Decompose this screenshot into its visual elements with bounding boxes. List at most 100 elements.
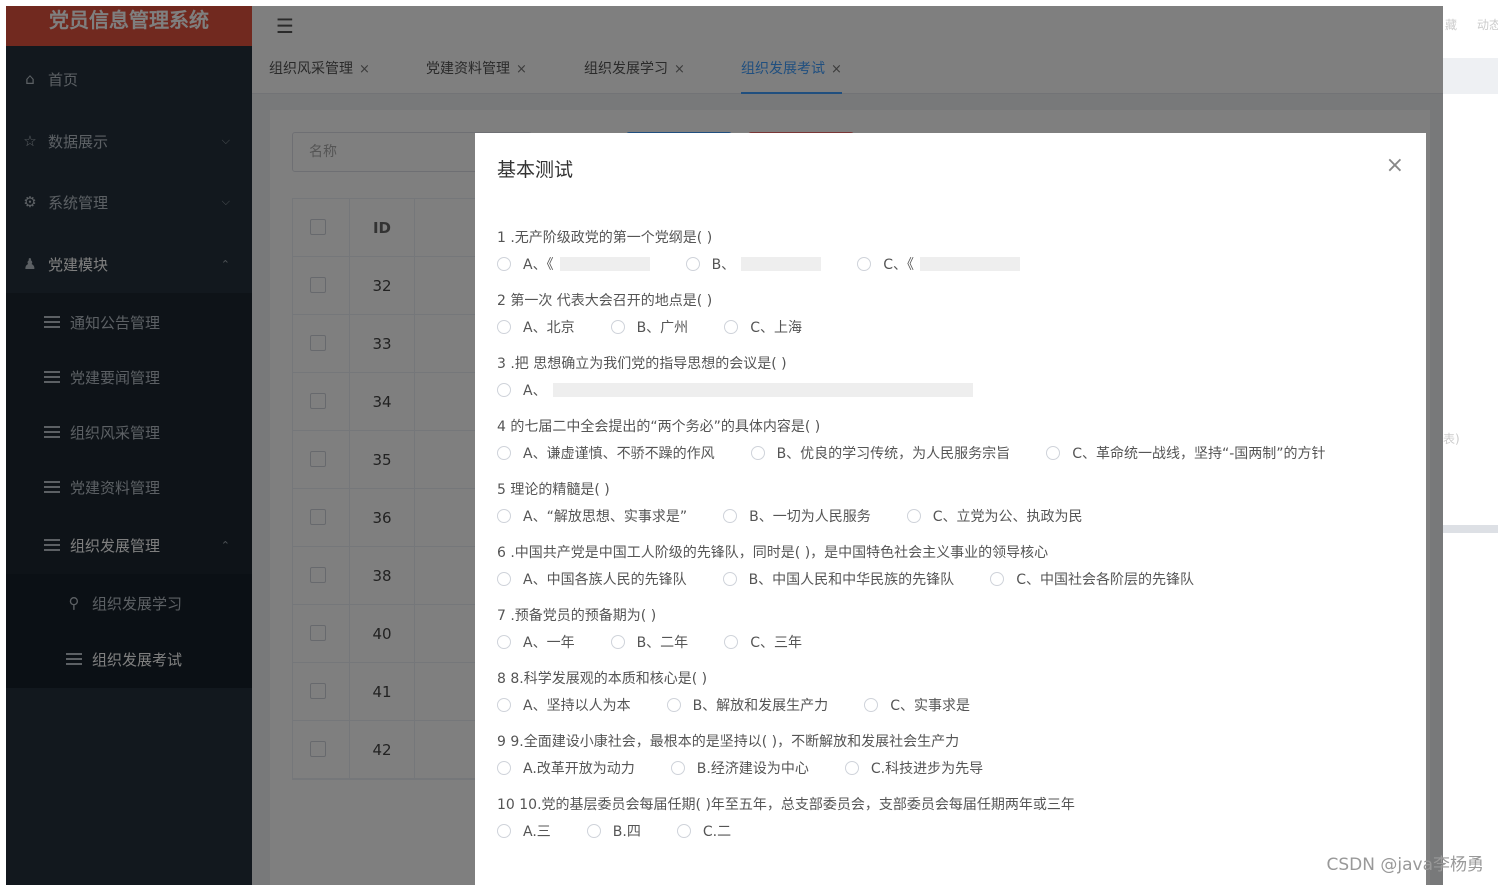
answer-options: A.改革开放为动力 B.经济建设为中心 C.科技进步为先导 — [497, 755, 1407, 781]
radio-button[interactable] — [722, 572, 737, 586]
answer-options: A、中国各族人民的先锋队 B、中国人民和中华民族的先锋队 C、中国社会各阶层的先… — [497, 566, 1407, 592]
option-c[interactable]: C、《 — [857, 254, 1020, 274]
radio-button[interactable] — [864, 698, 879, 712]
radio-button[interactable] — [497, 257, 511, 271]
option-b[interactable]: B、 — [685, 254, 822, 274]
radio-button[interactable] — [1046, 446, 1061, 460]
option-a[interactable]: A.三 — [497, 821, 551, 841]
radio-button[interactable] — [685, 257, 700, 271]
strip-text: 藏 — [1445, 18, 1458, 32]
radio-button[interactable] — [610, 320, 625, 334]
answer-options: A、《 B、 C、《 — [497, 251, 1407, 277]
option-c[interactable]: C、上海 — [724, 317, 802, 337]
option-c[interactable]: C、三年 — [724, 632, 802, 652]
answer-options: A、坚持以人为本 B、解放和发展生产力 C、实事求是 — [497, 692, 1407, 718]
question-text: 7 .预备党员的预备期为( ) — [497, 608, 657, 624]
question-text: 5 理论的精髓是( ) — [497, 482, 610, 498]
question-text: 1 .无产阶级政党的第一个党纲是( ) — [497, 230, 713, 246]
radio-button[interactable] — [857, 257, 872, 271]
option-b[interactable]: B.经济建设为中心 — [670, 758, 809, 778]
question-8: 8 8.科学发展观的本质和核心是( ) A、坚持以人为本 B、解放和发展生产力 … — [497, 666, 1407, 718]
option-label: B、一切为人民服务 — [749, 509, 871, 525]
option-a[interactable]: A、“解放思想、实事求是” — [497, 506, 687, 526]
question-text: 3 .把 思想确立为我们党的指导思想的会议是( ) — [497, 356, 787, 372]
option-label: A、谦虚谨慎、不骄不躁的作风 — [523, 446, 715, 462]
dialog-title: 基本测试 — [497, 159, 574, 181]
exam-dialog: 基本测试 × 1 .无产阶级政党的第一个党纲是( ) A、《 B、 C、《 2 … — [475, 133, 1426, 885]
strip-text: 表) — [1443, 432, 1460, 446]
option-b[interactable]: B、广州 — [610, 317, 689, 337]
option-c[interactable]: C、实事求是 — [864, 695, 970, 715]
option-b[interactable]: B.四 — [586, 821, 641, 841]
option-label: B、二年 — [636, 635, 689, 651]
option-label: B、中国人民和中华民族的先锋队 — [748, 572, 955, 588]
radio-button[interactable] — [990, 572, 1005, 586]
question-3: 3 .把 思想确立为我们党的指导思想的会议是( ) A、 — [497, 351, 1407, 403]
option-label: A、《 — [523, 257, 554, 273]
question-text: 4 的七届二中全会提出的“两个务必”的具体内容是( ) — [497, 419, 821, 435]
radio-button[interactable] — [497, 320, 511, 334]
option-b[interactable]: B、一切为人民服务 — [723, 506, 871, 526]
option-b[interactable]: B、二年 — [610, 632, 689, 652]
option-b[interactable]: B、解放和发展生产力 — [666, 695, 829, 715]
radio-button[interactable] — [844, 761, 859, 775]
question-text: 2 第一次 代表大会召开的地点是( ) — [497, 293, 713, 309]
option-c[interactable]: C.二 — [676, 821, 731, 841]
option-c[interactable]: C.科技进步为先导 — [844, 758, 983, 778]
radio-button[interactable] — [497, 761, 511, 775]
option-label: A、中国各族人民的先锋队 — [523, 572, 687, 588]
close-icon[interactable]: × — [1386, 153, 1404, 178]
option-b[interactable]: B、优良的学习传统，为人民服务宗旨 — [750, 443, 1011, 463]
option-a[interactable]: A、《 — [497, 254, 650, 274]
radio-button[interactable] — [723, 509, 738, 523]
radio-button[interactable] — [497, 824, 511, 838]
radio-button[interactable] — [906, 509, 921, 523]
question-text: 10 10.党的基层委员会每届任期( )年至五年，总支部委员会，支部委员会每届任… — [497, 797, 1075, 813]
option-label: B、广州 — [636, 320, 689, 336]
option-label: B、 — [711, 257, 736, 273]
question-text: 6 .中国共产党是中国工人阶级的先锋队，同时是( )，是中国特色社会主义事业的领… — [497, 545, 1049, 561]
option-label: B、解放和发展生产力 — [692, 698, 829, 714]
strip-bar — [1443, 58, 1498, 94]
option-label: B.经济建设为中心 — [696, 761, 809, 777]
option-c[interactable]: C、立党为公、执政为民 — [906, 506, 1082, 526]
radio-button[interactable] — [724, 635, 739, 649]
radio-button[interactable] — [497, 635, 511, 649]
answer-options: A、北京 B、广州 C、上海 — [497, 314, 1407, 340]
option-label: A、一年 — [523, 635, 575, 651]
option-a[interactable]: A、一年 — [497, 632, 575, 652]
option-label: C、上海 — [750, 320, 802, 336]
option-a[interactable]: A、谦虚谨慎、不骄不躁的作风 — [497, 443, 715, 463]
option-label: C、实事求是 — [890, 698, 970, 714]
option-c[interactable]: C、革命统一战线，坚持“-国两制”的方针 — [1046, 443, 1326, 463]
option-a[interactable]: A、中国各族人民的先锋队 — [497, 569, 687, 589]
radio-button[interactable] — [497, 446, 511, 460]
question-1: 1 .无产阶级政党的第一个党纲是( ) A、《 B、 C、《 — [497, 225, 1407, 277]
option-a[interactable]: A、 — [497, 380, 973, 400]
question-4: 4 的七届二中全会提出的“两个务必”的具体内容是( ) A、谦虚谨慎、不骄不躁的… — [497, 414, 1407, 466]
radio-button[interactable] — [676, 824, 691, 838]
radio-button[interactable] — [750, 446, 765, 460]
question-10: 10 10.党的基层委员会每届任期( )年至五年，总支部委员会，支部委员会每届任… — [497, 792, 1407, 844]
option-label: B.四 — [612, 824, 641, 840]
radio-button[interactable] — [497, 509, 511, 523]
option-label: A.改革开放为动力 — [523, 761, 635, 777]
radio-button[interactable] — [497, 698, 511, 712]
radio-button[interactable] — [586, 824, 601, 838]
option-a[interactable]: A、北京 — [497, 317, 575, 337]
radio-button[interactable] — [497, 383, 511, 397]
radio-button[interactable] — [497, 572, 511, 586]
radio-button[interactable] — [670, 761, 685, 775]
radio-button[interactable] — [610, 635, 625, 649]
option-label: A.三 — [523, 824, 551, 840]
radio-button[interactable] — [666, 698, 681, 712]
option-a[interactable]: A、坚持以人为本 — [497, 695, 631, 715]
option-label: A、坚持以人为本 — [523, 698, 631, 714]
option-a[interactable]: A.改革开放为动力 — [497, 758, 635, 778]
question-5: 5 理论的精髓是( ) A、“解放思想、实事求是” B、一切为人民服务 C、立党… — [497, 477, 1407, 529]
option-b[interactable]: B、中国人民和中华民族的先锋队 — [722, 569, 955, 589]
radio-button[interactable] — [724, 320, 739, 334]
strip-text: 动态 — [1477, 18, 1498, 32]
option-label: B、优良的学习传统，为人民服务宗旨 — [776, 446, 1011, 462]
option-c[interactable]: C、中国社会各阶层的先锋队 — [990, 569, 1194, 589]
